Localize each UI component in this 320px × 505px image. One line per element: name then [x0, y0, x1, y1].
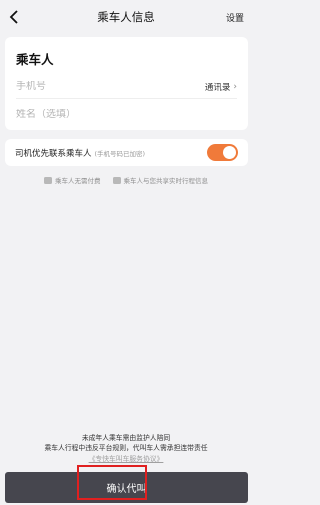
notice-line-1: 未成年人乘车需由监护人陪同: [81, 434, 171, 442]
contact-option-card: 司机优先联系乘车人 (手机号码已加密): [5, 139, 248, 166]
confirm-button-label: 确认代叫: [106, 484, 147, 495]
notice-line-2: 乘车人行程中违反平台规则，代叫车人需承担连带责任: [44, 444, 208, 452]
info-row: 乘车人无需付费 乘车人与您共享实时行程信息: [0, 174, 252, 186]
info-share-trip: 乘车人与您共享实时行程信息: [112, 175, 209, 185]
contacts-label: 通讯录: [204, 82, 231, 93]
contact-priority-toggle[interactable]: [207, 144, 238, 161]
page-title: 乘车人信息: [97, 10, 155, 24]
info-share-trip-text: 乘车人与您共享实时行程信息: [123, 177, 209, 185]
share-icon: [112, 176, 121, 184]
notice-block: 未成年人乘车需由监护人陪同 乘车人行程中违反平台规则，代叫车人需承担连带责任 《…: [0, 433, 252, 464]
info-no-payment-text: 乘车人无需付费: [55, 177, 101, 185]
passenger-card-title: 乘车人: [16, 52, 54, 67]
settings-link[interactable]: 设置: [226, 11, 244, 24]
back-button[interactable]: [6, 8, 22, 26]
passenger-card: 乘车人 通讯录 ›: [5, 37, 248, 130]
name-input[interactable]: [16, 108, 156, 120]
contact-option-label: 司机优先联系乘车人: [15, 148, 92, 159]
chevron-right-icon: ›: [233, 81, 237, 92]
contact-option-hint: (手机号码已加密): [94, 149, 146, 158]
top-bar: 乘车人信息 设置: [0, 0, 252, 34]
contacts-button[interactable]: 通讯录 ›: [205, 81, 237, 93]
phone-row: 通讯录 ›: [16, 75, 237, 99]
confirm-button[interactable]: 确认代叫: [5, 472, 248, 503]
name-row: [16, 102, 237, 126]
agreement-link[interactable]: 《专快车叫车服务协议》: [0, 454, 252, 464]
wallet-icon: [44, 176, 52, 184]
toggle-knob: [223, 146, 236, 159]
info-no-payment: 乘车人无需付费: [44, 175, 101, 185]
phone-input[interactable]: [16, 81, 156, 92]
chevron-left-icon: [9, 10, 18, 24]
